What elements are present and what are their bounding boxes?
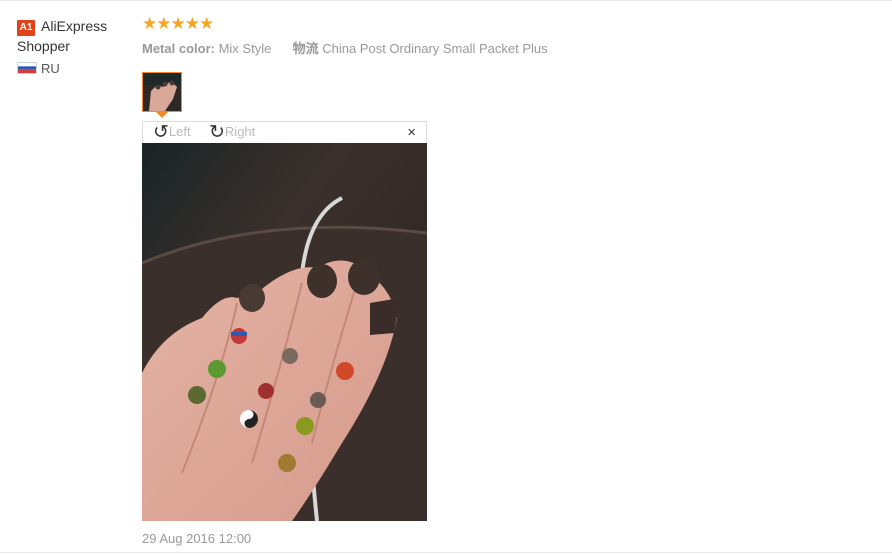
- metal-color-label: Metal color:: [142, 41, 215, 56]
- thumbnail-pointer: [156, 112, 168, 118]
- photo-viewer-toolbar: ↺Left ↻Right ×: [142, 121, 427, 143]
- review-photo: [142, 143, 427, 521]
- rotate-left-button[interactable]: ↺Left: [153, 123, 191, 142]
- rotate-left-icon: ↺: [153, 122, 169, 143]
- rotate-left-label: Left: [168, 124, 191, 139]
- shipping-label: 物流: [292, 41, 319, 56]
- russia-flag-icon: [17, 62, 37, 74]
- rotate-right-button[interactable]: ↻Right: [209, 123, 255, 142]
- top-divider: [0, 0, 892, 1]
- star-rating: ★★★★★: [142, 14, 214, 34]
- buyer-info: A1 AliExpress Shopper: [17, 16, 135, 56]
- review-photo-thumbnail[interactable]: [142, 72, 182, 112]
- metal-color-value: Mix Style: [218, 41, 272, 56]
- rotate-right-label: Right: [224, 124, 256, 139]
- country-code: RU: [41, 61, 60, 76]
- review-attributes: Metal color: Mix Style 物流 China Post Ord…: [142, 38, 548, 57]
- stars-icon: ★★★★★: [142, 14, 214, 33]
- review-date: 29 Aug 2016 12:00: [142, 531, 252, 546]
- buyer-level-badge: A1: [17, 20, 35, 36]
- review-photo-image: [142, 143, 427, 521]
- shipping-value: China Post Ordinary Small Packet Plus: [322, 41, 548, 56]
- close-icon[interactable]: ×: [407, 124, 416, 142]
- buyer-country: RU: [17, 60, 60, 78]
- rotate-right-icon: ↻: [209, 122, 225, 143]
- thumbnail-image: [143, 73, 181, 111]
- bottom-divider: [0, 552, 892, 553]
